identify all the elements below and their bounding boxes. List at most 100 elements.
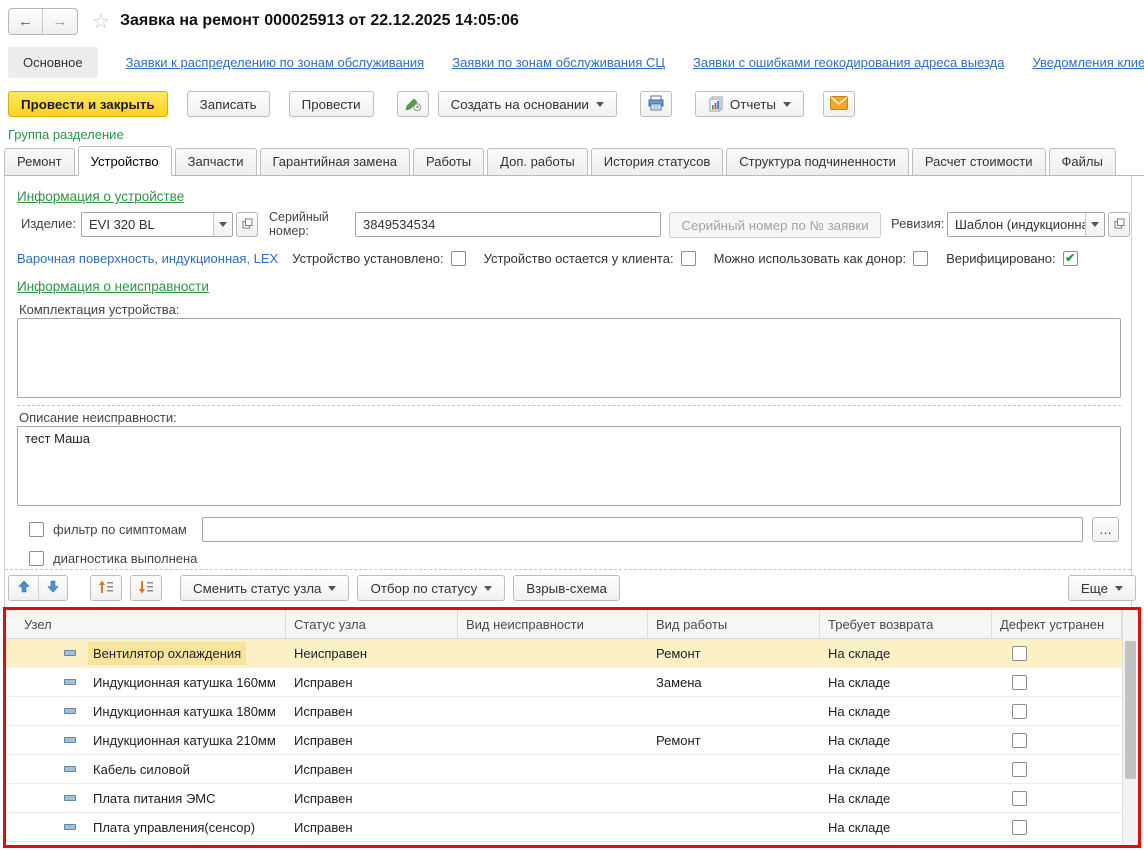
vertical-scrollbar[interactable] [1122,610,1138,845]
move-to-top-button[interactable] [90,575,122,601]
return-required-cell[interactable]: На складе [820,639,992,667]
node-cell[interactable]: Плата питания ЭМС [6,784,286,812]
fault-type-cell[interactable] [458,784,648,812]
work-type-cell[interactable] [648,813,820,841]
forward-button[interactable]: → [43,9,77,34]
table-row[interactable]: Кабель силовойИсправен На складе [6,755,1122,784]
diagnostics-checkbox[interactable] [29,551,44,566]
fault-type-cell[interactable] [458,697,648,725]
device-type-link[interactable]: Варочная поверхность, индукционная, LEX [17,251,278,266]
column-header[interactable]: Вид неисправности [458,610,648,638]
defect-fixed-checkbox[interactable] [1012,791,1027,806]
tab-2[interactable]: Устройство [78,146,172,176]
back-button[interactable]: ← [9,9,43,34]
work-type-cell[interactable] [648,755,820,783]
scrollbar-thumb[interactable] [1125,641,1136,779]
nav-link[interactable]: Заявки с ошибками геокодирования адреса … [693,55,1004,70]
tab-6[interactable]: Доп. работы [487,148,588,175]
nav-link[interactable]: Заявки по зонам обслуживания СЦ [452,55,665,70]
flag-checkbox[interactable] [451,251,466,266]
dropdown-arrow-icon[interactable] [1085,213,1104,236]
splitter[interactable] [5,569,1131,570]
defect-fixed-checkbox[interactable] [1012,820,1027,835]
fault-type-cell[interactable] [458,726,648,754]
tab-4[interactable]: Гарантийная замена [260,148,410,175]
completeness-textarea[interactable] [17,318,1121,398]
move-down-button[interactable] [38,576,67,600]
defect-fixed-cell[interactable] [992,784,1122,812]
flag-checkbox[interactable]: ✔ [1063,251,1078,266]
create-on-basis-button[interactable]: Создать на основании [438,91,617,117]
table-row[interactable]: Индукционная катушка 180ммИсправен На скл… [6,697,1122,726]
symptom-filter-more-button[interactable]: … [1092,517,1119,542]
node-status-cell[interactable]: Исправен [286,755,458,783]
defect-fixed-cell[interactable] [992,697,1122,725]
node-status-cell[interactable]: Исправен [286,668,458,696]
node-cell[interactable]: Плата управления(сенсор) [6,813,286,841]
defect-fixed-checkbox[interactable] [1012,762,1027,777]
defect-fixed-cell[interactable] [992,668,1122,696]
work-type-cell[interactable] [648,784,820,812]
node-cell[interactable]: Вентилятор охлаждения [6,639,286,667]
tab-8[interactable]: Структура подчиненности [726,148,909,175]
fault-type-cell[interactable] [458,755,648,783]
defect-fixed-cell[interactable] [992,755,1122,783]
dropdown-arrow-icon[interactable] [213,213,232,236]
write-button[interactable]: Записать [187,91,270,117]
column-header[interactable]: Статус узла [286,610,458,638]
return-required-cell[interactable]: На складе [820,697,992,725]
explosion-diagram-button[interactable]: Взрыв-схема [513,575,620,601]
tab-1[interactable]: Ремонт [4,148,75,175]
defect-fixed-checkbox[interactable] [1012,675,1027,690]
group-separator-link[interactable]: Группа разделение [8,127,124,142]
move-to-bottom-button[interactable] [130,575,162,601]
node-cell[interactable]: Индукционная катушка 160мм [6,668,286,696]
node-cell[interactable]: Кабель силовой [6,755,286,783]
table-row[interactable]: Индукционная катушка 160ммИсправенЗамена… [6,668,1122,697]
table-row[interactable]: Плата управления(сенсор)Исправен На склад… [6,813,1122,842]
fault-type-cell[interactable] [458,668,648,696]
revision-combobox[interactable]: Шаблон (индукционная [947,212,1105,237]
node-status-cell[interactable]: Исправен [286,726,458,754]
return-required-cell[interactable]: На складе [820,813,992,841]
node-status-cell[interactable]: Исправен [286,813,458,841]
return-required-cell[interactable]: На складе [820,755,992,783]
work-type-cell[interactable]: Ремонт [648,639,820,667]
node-status-cell[interactable]: Исправен [286,697,458,725]
deferred-posting-button[interactable] [397,91,429,117]
email-button[interactable] [823,91,855,117]
column-header[interactable]: Вид работы [648,610,820,638]
symptom-filter-checkbox[interactable] [29,522,44,537]
nav-link[interactable]: Уведомления клиентам о и [1032,55,1144,70]
node-status-cell[interactable]: Неисправен [286,639,458,667]
node-cell[interactable]: Индукционная катушка 180мм [6,697,286,725]
work-type-cell[interactable]: Ремонт [648,726,820,754]
change-node-status-button[interactable]: Сменить статус узла [180,575,349,601]
favorite-star-icon[interactable]: ☆ [92,9,110,34]
fault-type-cell[interactable] [458,813,648,841]
column-header[interactable]: Узел [6,610,286,638]
work-type-cell[interactable] [648,697,820,725]
serial-by-request-button[interactable]: Серийный номер по № заявки [669,212,881,238]
splitter[interactable] [17,405,1121,406]
device-info-section-title[interactable]: Информация о устройстве [17,189,184,204]
defect-fixed-checkbox[interactable] [1012,646,1027,661]
nav-link[interactable]: Заявки к распределению по зонам обслужив… [126,55,425,70]
post-button[interactable]: Провести [289,91,374,117]
node-status-cell[interactable]: Исправен [286,784,458,812]
move-up-button[interactable] [9,576,38,600]
serial-number-input[interactable]: 3849534534 [355,212,661,237]
tab-7[interactable]: История статусов [591,148,724,175]
more-button[interactable]: Еще [1068,575,1136,601]
return-required-cell[interactable]: На складе [820,668,992,696]
fault-description-textarea[interactable]: тест Маша [17,426,1121,506]
return-required-cell[interactable]: На складе [820,784,992,812]
tab-3[interactable]: Запчасти [175,148,257,175]
nav-tab-main[interactable]: Основное [8,47,98,78]
table-row[interactable]: Индукционная катушка 210ммИсправенРемонт… [6,726,1122,755]
column-header[interactable]: Требует возврата [820,610,992,638]
defect-fixed-cell[interactable] [992,639,1122,667]
defect-fixed-checkbox[interactable] [1012,733,1027,748]
fault-info-section-title[interactable]: Информация о неисправности [17,279,209,294]
table-row[interactable]: Вентилятор охлажденияНеисправен РемонтНа … [6,639,1122,668]
